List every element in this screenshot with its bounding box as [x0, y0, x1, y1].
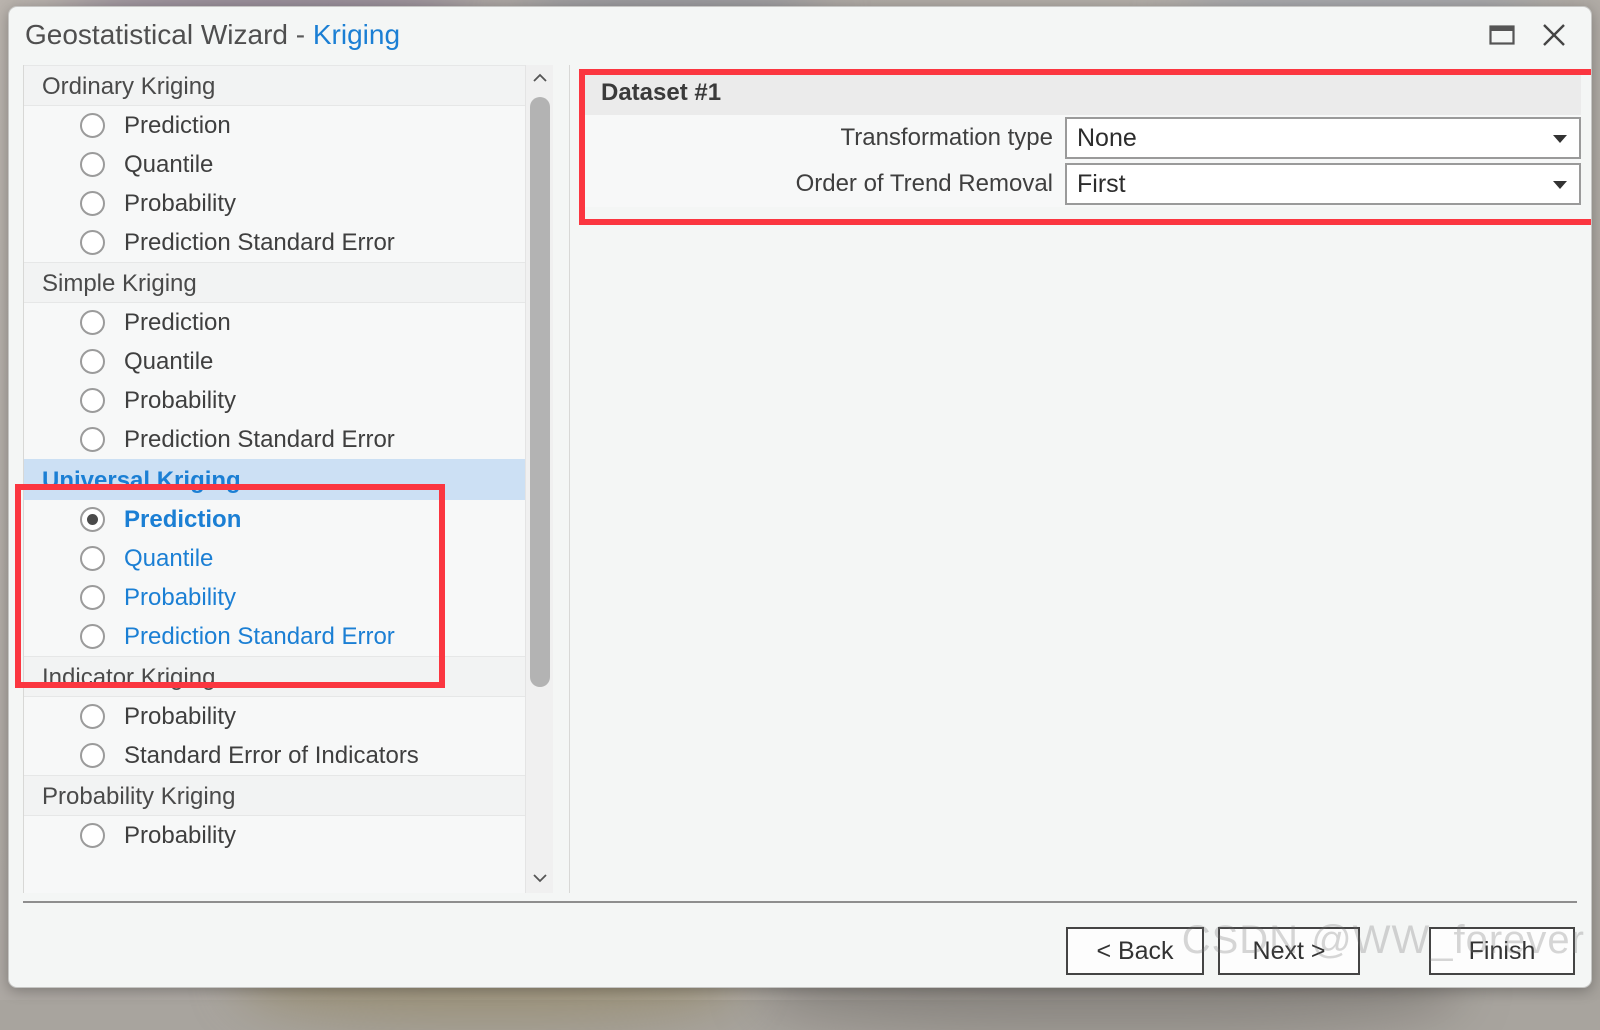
- method-option-label: Probability: [124, 584, 236, 612]
- scroll-down-button[interactable]: [526, 865, 553, 893]
- method-option-row[interactable]: Probability: [24, 697, 525, 736]
- title-accent: Kriging: [313, 19, 400, 50]
- method-option-label: Prediction Standard Error: [124, 623, 395, 651]
- method-option-label: Probability: [124, 190, 236, 218]
- radio-unchecked-icon[interactable]: [80, 113, 105, 138]
- method-option-label: Quantile: [124, 151, 213, 179]
- kriging-method-list: Ordinary Kriging Prediction Quantile Probab…: [23, 65, 553, 893]
- radio-checked-icon[interactable]: [80, 507, 105, 532]
- method-option-label: Prediction: [124, 112, 231, 140]
- scroll-up-button[interactable]: [526, 65, 553, 93]
- restore-window-icon: [1489, 24, 1515, 46]
- property-label: Order of Trend Removal: [585, 170, 1065, 198]
- chevron-down-icon: [1553, 181, 1567, 189]
- title-separator: -: [296, 19, 305, 50]
- property-dropdown[interactable]: First: [1065, 163, 1581, 205]
- chevron-up-icon: [532, 70, 548, 88]
- dataset-properties-panel: Dataset #1 Transformation typeNoneOrder …: [585, 71, 1581, 893]
- close-icon: [1541, 22, 1567, 48]
- chevron-down-icon: [532, 870, 548, 888]
- chevron-down-icon: [1553, 135, 1567, 143]
- radio-unchecked-icon[interactable]: [80, 388, 105, 413]
- radio-unchecked-icon[interactable]: [80, 585, 105, 610]
- property-label: Transformation type: [585, 124, 1065, 152]
- radio-unchecked-icon[interactable]: [80, 624, 105, 649]
- radio-unchecked-icon[interactable]: [80, 230, 105, 255]
- property-dropdown[interactable]: None: [1065, 117, 1581, 159]
- footer-divider: [23, 901, 1577, 903]
- method-option-row[interactable]: Prediction Standard Error: [24, 617, 525, 656]
- panel-divider: [569, 65, 570, 893]
- method-option-row[interactable]: Probability: [24, 816, 525, 855]
- restore-window-button[interactable]: [1479, 13, 1525, 57]
- page-title: Geostatistical Wizard - Kriging: [25, 19, 400, 51]
- method-option-row[interactable]: Prediction Standard Error: [24, 420, 525, 459]
- method-option-row[interactable]: Quantile: [24, 539, 525, 578]
- method-group-header[interactable]: Probability Kriging: [24, 775, 525, 816]
- method-option-label: Standard Error of Indicators: [124, 742, 419, 770]
- radio-unchecked-icon[interactable]: [80, 704, 105, 729]
- method-option-label: Quantile: [124, 348, 213, 376]
- method-option-row[interactable]: Probability: [24, 578, 525, 617]
- method-option-row[interactable]: Quantile: [24, 145, 525, 184]
- method-option-label: Prediction Standard Error: [124, 426, 395, 454]
- radio-unchecked-icon[interactable]: [80, 310, 105, 335]
- scrollbar-thumb[interactable]: [530, 97, 550, 687]
- close-window-button[interactable]: [1531, 13, 1577, 57]
- method-option-row[interactable]: Prediction: [24, 500, 525, 539]
- method-group-header[interactable]: Simple Kriging: [24, 262, 525, 303]
- radio-unchecked-icon[interactable]: [80, 823, 105, 848]
- property-dropdown-value: First: [1067, 170, 1126, 199]
- method-group-header[interactable]: Indicator Kriging: [24, 656, 525, 697]
- method-option-label: Probability: [124, 387, 236, 415]
- radio-unchecked-icon[interactable]: [80, 349, 105, 374]
- method-option-label: Prediction Standard Error: [124, 229, 395, 257]
- property-dropdown-value: None: [1067, 124, 1137, 153]
- method-option-label: Quantile: [124, 545, 213, 573]
- method-option-label: Prediction: [124, 309, 231, 337]
- method-option-row[interactable]: Prediction: [24, 106, 525, 145]
- radio-unchecked-icon[interactable]: [80, 546, 105, 571]
- property-row: Order of Trend RemovalFirst: [585, 161, 1581, 207]
- method-option-label: Probability: [124, 822, 236, 850]
- method-option-row[interactable]: Probability: [24, 381, 525, 420]
- dataset-header: Dataset #1: [585, 71, 1581, 115]
- kriging-method-list-content: Ordinary Kriging Prediction Quantile Probab…: [24, 65, 525, 893]
- watermark: CSDN @WW_forever: [1182, 918, 1585, 963]
- radio-unchecked-icon[interactable]: [80, 743, 105, 768]
- radio-unchecked-icon[interactable]: [80, 427, 105, 452]
- method-option-label: Prediction: [124, 506, 241, 534]
- method-option-row[interactable]: Standard Error of Indicators: [24, 736, 525, 775]
- geostatistical-wizard-dialog: Geostatistical Wizard - Kriging: [8, 6, 1592, 988]
- radio-unchecked-icon[interactable]: [80, 191, 105, 216]
- property-rows: Transformation typeNoneOrder of Trend Re…: [585, 115, 1581, 207]
- method-option-label: Probability: [124, 703, 236, 731]
- method-option-row[interactable]: Prediction: [24, 303, 525, 342]
- property-row: Transformation typeNone: [585, 115, 1581, 161]
- radio-unchecked-icon[interactable]: [80, 152, 105, 177]
- method-option-row[interactable]: Probability: [24, 184, 525, 223]
- method-list-scrollbar[interactable]: [525, 65, 553, 893]
- title-bar: Geostatistical Wizard - Kriging: [9, 7, 1591, 63]
- method-option-row[interactable]: Prediction Standard Error: [24, 223, 525, 262]
- method-group-header[interactable]: Universal Kriging: [24, 459, 525, 500]
- dialog-body: Ordinary Kriging Prediction Quantile Probab…: [9, 63, 1591, 901]
- method-group-header[interactable]: Ordinary Kriging: [24, 65, 525, 106]
- title-main: Geostatistical Wizard: [25, 19, 288, 50]
- method-option-row[interactable]: Quantile: [24, 342, 525, 381]
